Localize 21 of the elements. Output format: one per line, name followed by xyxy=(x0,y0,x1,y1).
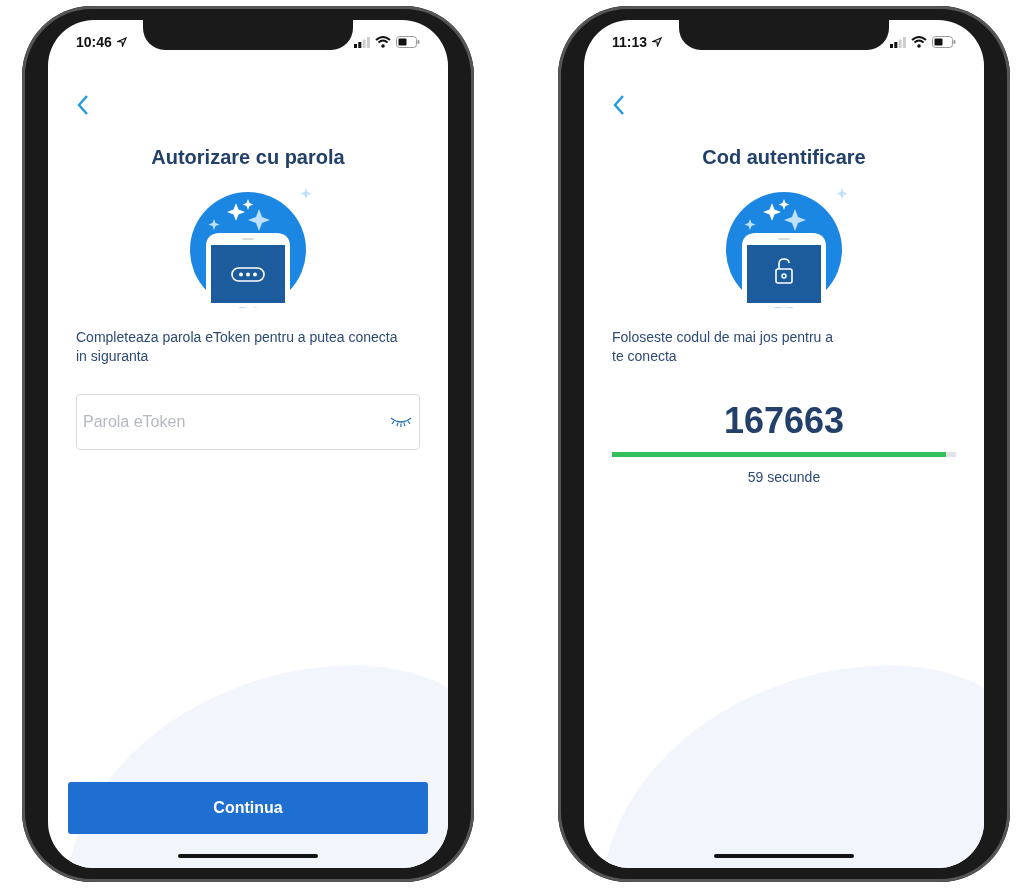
location-arrow-icon xyxy=(652,37,663,47)
instruction-text: Foloseste codul de mai jos pentru a te conecta xyxy=(612,328,834,366)
battery-icon xyxy=(932,36,956,48)
auth-code: 167663 xyxy=(723,400,845,442)
wifi-icon xyxy=(375,36,391,48)
signal-icon xyxy=(354,36,370,48)
closed-eye-icon[interactable] xyxy=(390,415,412,429)
battery-icon xyxy=(396,36,420,48)
status-time: 10:46 xyxy=(76,34,112,50)
screen-title: Cod autentificare xyxy=(702,146,866,169)
back-chevron-icon[interactable] xyxy=(76,94,90,116)
wifi-icon xyxy=(911,36,927,48)
screen-title: Autorizare cu parola xyxy=(151,146,345,169)
status-time: 11:13 xyxy=(612,34,648,50)
timer-text: 59 secunde xyxy=(747,469,821,485)
location-arrow-icon xyxy=(116,37,127,47)
signal-icon xyxy=(890,36,906,48)
back-chevron-icon[interactable] xyxy=(612,94,626,116)
continue-button[interactable]: Continua xyxy=(68,782,428,834)
instruction-text: Completeaza parola eToken pentru a putea conecta in siguranta xyxy=(76,328,399,366)
password-field[interactable]: Parola eToken xyxy=(76,394,420,450)
